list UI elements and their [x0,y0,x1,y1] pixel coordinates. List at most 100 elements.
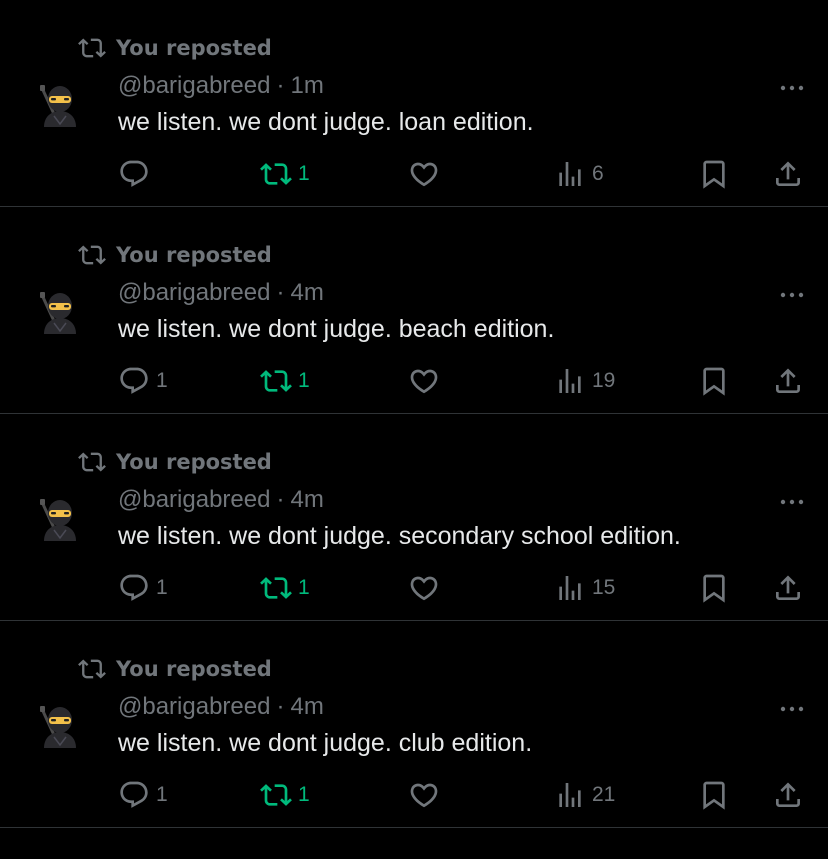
repost-label: You reposted [116,36,272,60]
like-button[interactable] [408,154,440,194]
post-time[interactable]: 4m [290,486,323,513]
repost-active-icon [260,370,292,392]
views-button[interactable]: 19 [554,361,615,401]
post[interactable]: You reposted @barigabreed · 4m we listen. … [0,414,828,621]
bookmark-button[interactable] [698,775,730,815]
avatar[interactable] [36,494,84,542]
repost-count: 1 [298,576,310,599]
post-text: we listen. we dont judge. loan edition. [118,108,534,136]
repost-active-icon [260,163,292,185]
avatar[interactable] [36,701,84,749]
reply-count: 1 [156,783,168,806]
repost-count: 1 [298,783,310,806]
post-text: we listen. we dont judge. club edition. [118,729,533,757]
views-icon [559,576,581,600]
bookmark-button[interactable] [698,568,730,608]
avatar[interactable] [36,80,84,128]
action-bar: 1 1 21 [0,775,828,815]
post-time[interactable]: 1m [290,72,323,99]
action-bar: 1 1 15 [0,568,828,608]
views-button[interactable]: 6 [554,154,604,194]
post-text: we listen. we dont judge. secondary scho… [118,522,681,550]
timeline-feed: You reposted @barigabreed · 1m we listen. … [0,0,828,828]
author-handle[interactable]: @barigabreed [118,486,270,513]
post-time[interactable]: 4m [290,279,323,306]
bookmark-icon [703,160,725,189]
bookmark-icon [703,367,725,396]
reply-count: 1 [156,576,168,599]
action-bar: 1 1 19 [0,361,828,401]
reply-button[interactable] [118,154,156,194]
share-icon [776,782,800,807]
view-count: 6 [592,162,604,185]
repost-button[interactable]: 1 [260,568,310,608]
share-icon [776,575,800,600]
repost-label: You reposted [116,657,272,681]
repost-button[interactable]: 1 [260,775,310,815]
post-meta: @barigabreed · 4m [118,693,324,721]
post-text: we listen. we dont judge. beach edition. [118,315,555,343]
action-bar: 1 6 [0,154,828,194]
reply-icon [120,367,148,394]
reply-count: 1 [156,369,168,392]
like-button[interactable] [408,361,440,401]
bookmark-icon [703,574,725,603]
more-options-icon[interactable] [778,699,806,719]
bookmark-icon [703,781,725,810]
bookmark-button[interactable] [698,154,730,194]
reply-button[interactable]: 1 [118,361,168,401]
reply-button[interactable]: 1 [118,568,168,608]
meta-separator: · [276,279,285,306]
repost-icon [78,452,106,472]
share-button[interactable] [772,361,804,401]
avatar[interactable] [36,287,84,335]
like-button[interactable] [408,775,440,815]
meta-separator: · [276,72,285,99]
author-handle[interactable]: @barigabreed [118,72,270,99]
repost-label: You reposted [116,450,272,474]
post-time[interactable]: 4m [290,693,323,720]
share-button[interactable] [772,775,804,815]
bookmark-button[interactable] [698,361,730,401]
post[interactable]: You reposted @barigabreed · 1m we listen. … [0,0,828,207]
view-count: 19 [592,369,616,392]
more-options-icon[interactable] [778,78,806,98]
author-handle[interactable]: @barigabreed [118,279,270,306]
share-button[interactable] [772,568,804,608]
view-count: 15 [592,576,616,599]
repost-icon [78,245,106,265]
post-meta: @barigabreed · 4m [118,486,324,514]
views-icon [559,162,581,186]
repost-button[interactable]: 1 [260,154,310,194]
like-button[interactable] [408,568,440,608]
repost-icon [78,38,106,58]
meta-separator: · [276,693,285,720]
repost-indicator: You reposted [78,34,272,62]
share-icon [776,161,800,186]
post-meta: @barigabreed · 4m [118,279,324,307]
repost-icon [78,659,106,679]
share-button[interactable] [772,154,804,194]
heart-icon [410,783,438,808]
views-button[interactable]: 15 [554,568,615,608]
repost-indicator: You reposted [78,241,272,269]
reply-icon [120,574,148,601]
share-icon [776,368,800,393]
heart-icon [410,162,438,187]
view-count: 21 [592,783,616,806]
repost-indicator: You reposted [78,655,272,683]
reply-button[interactable]: 1 [118,775,168,815]
author-handle[interactable]: @barigabreed [118,693,270,720]
views-button[interactable]: 21 [554,775,615,815]
repost-button[interactable]: 1 [260,361,310,401]
reply-icon [120,160,148,187]
more-options-icon[interactable] [778,492,806,512]
reply-icon [120,781,148,808]
post[interactable]: You reposted @barigabreed · 4m we listen. … [0,621,828,828]
heart-icon [410,369,438,394]
meta-separator: · [276,486,285,513]
more-options-icon[interactable] [778,285,806,305]
repost-count: 1 [298,162,310,185]
repost-active-icon [260,784,292,806]
post[interactable]: You reposted @barigabreed · 4m we listen. … [0,207,828,414]
